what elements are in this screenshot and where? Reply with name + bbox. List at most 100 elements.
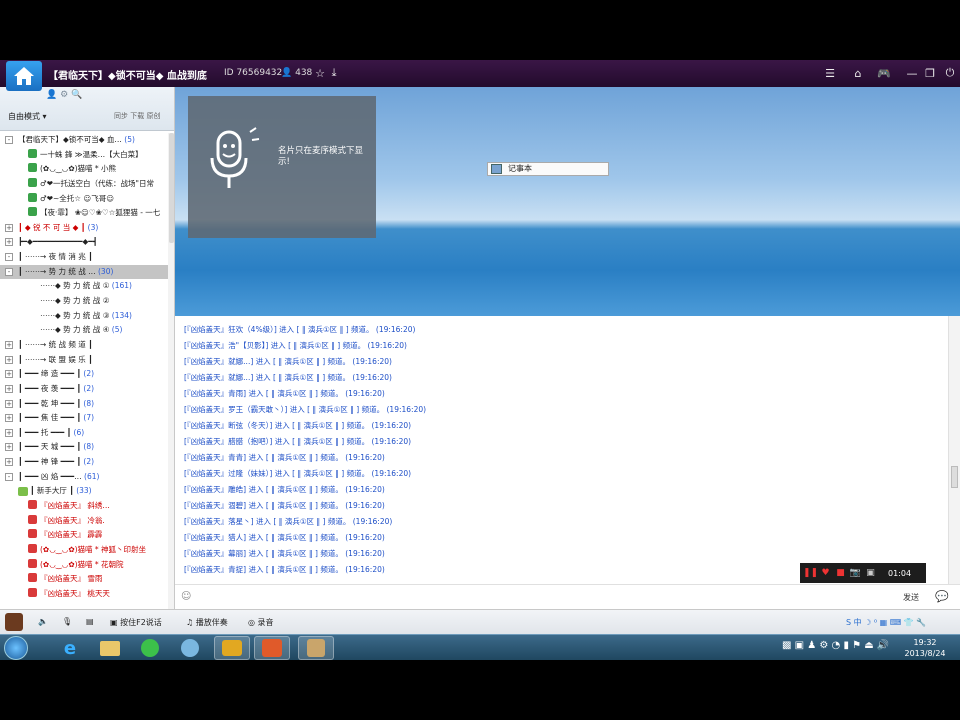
channel-tree-item[interactable]: ♂❤~全托☆ ☺飞哥☺ (0, 192, 168, 207)
mode-selector[interactable]: 自由模式 ▾ (8, 111, 47, 122)
channel-tree-item[interactable]: + ┃ ━━━ 神 锋 ━━━ ┃ (2) (0, 455, 168, 470)
channel-tree-item[interactable]: + ┃ ━━━ 缔 造 ━━━ ┃ (2) (0, 367, 168, 382)
channel-tree-item[interactable]: 『凶焰盖天』 斜绣… (0, 499, 168, 514)
channel-tree-item[interactable]: 『凶焰盖天』 冷翁. (0, 514, 168, 529)
expand-toggle-icon[interactable]: + (5, 340, 13, 349)
media-icon[interactable] (172, 636, 208, 660)
yy-task-icon[interactable] (214, 636, 250, 660)
channel-tree-item[interactable]: - ┃ ⋯⋯→ 势 力 统 战 … (30) (0, 264, 168, 280)
channel-tree-item[interactable]: + ┃ ⋯⋯→ 统 战 频 道 ┃ (0, 338, 168, 353)
channel-tree-item[interactable]: ♂❤一托送空白（代练：战场"日常 (0, 177, 168, 192)
expand-toggle-icon[interactable]: + (5, 458, 13, 467)
expand-toggle-icon[interactable]: + (5, 414, 13, 423)
channel-tree-label: 一十蛛 鋒 ≫温柔…【大白菜】 (28, 148, 143, 163)
channel-tree-item[interactable]: 『凶焰盖天』 雪雨 (0, 572, 168, 587)
channel-tree-item[interactable]: + ┃ ◆ 锐 不 可 当 ◆ ┃ (3) (0, 221, 168, 236)
channel-tree-item[interactable]: 一十蛛 鋒 ≫温柔…【大白菜】 (0, 148, 168, 163)
expand-toggle-icon[interactable]: - (5, 136, 13, 144)
message-input-bar[interactable]: ☺ 发送 💬 (175, 584, 960, 609)
expand-toggle-icon[interactable]: - (5, 267, 13, 276)
channel-tree-item[interactable]: ⋯⋯◆ 势 力 统 战 ④ (5) (0, 323, 168, 338)
download-icon[interactable]: ⤓ (326, 65, 342, 81)
mic-icon[interactable]: 🎙 (62, 617, 72, 626)
expand-toggle-icon[interactable]: + (5, 428, 13, 437)
expand-toggle-icon[interactable]: + (5, 238, 13, 247)
chat-line: [『凶焰盖天』猎人] 进入 [ ‖ 演兵①区 ‖ ] 频道。 (19:16:20… (184, 533, 385, 542)
game-task-icon[interactable] (254, 636, 290, 660)
minimize-icon[interactable]: — (904, 65, 920, 81)
channel-tree-item[interactable]: (✿◡‿◡✿)猫喵 * 花朝院 (0, 558, 168, 573)
stop-icon[interactable]: ■ (835, 568, 846, 579)
app-green-icon[interactable] (132, 636, 168, 660)
chat-scroll-thumb[interactable] (951, 466, 958, 488)
home-button[interactable] (6, 61, 42, 91)
camera-icon[interactable]: 📷 (850, 568, 861, 579)
expand-toggle-icon[interactable]: + (5, 355, 13, 364)
expand-toggle-icon[interactable]: + (5, 384, 13, 393)
channel-tree-item[interactable]: - 【君临天下】◆锁不可当◆ 血… (5) (0, 133, 168, 148)
channel-tree-item[interactable]: ⋯⋯◆ 势 力 统 战 ② (0, 294, 168, 309)
home-nav-icon[interactable]: ⌂ (850, 65, 866, 81)
channel-tree-item[interactable]: ⋯⋯◆ 势 力 统 战 ① (161) (0, 279, 168, 294)
channel-tree-label: (✿◡‿◡✿)猫喵 * 花朝院 (28, 558, 124, 573)
expand-toggle-icon[interactable]: - (5, 253, 13, 262)
channel-tree-item[interactable]: + ┃ ━━━ 夜 羡 ━━━ ┃ (2) (0, 382, 168, 397)
channel-tree-item[interactable]: 『凶焰盖天』 桃天天 (0, 587, 168, 602)
channel-tree-item[interactable]: (✿◡‿◡✿)猫喵 * 小熊 (0, 162, 168, 177)
explorer-icon[interactable] (92, 636, 128, 660)
ie-icon[interactable]: e (52, 636, 88, 660)
channel-tree-item[interactable]: (✿◡‿◡✿)猫喵 * 神狐丶印射坐 (0, 543, 168, 558)
channel-count: (8) (81, 442, 95, 452)
channel-tree-item[interactable]: ⋯⋯◆ 势 力 统 战 ③ (134) (0, 309, 168, 324)
expand-toggle-icon[interactable]: + (5, 399, 13, 408)
speaker-icon[interactable]: 🔈 (38, 617, 48, 626)
pause-icon[interactable]: ❚❚ (803, 568, 818, 579)
send-button[interactable]: 发送 (903, 592, 919, 603)
system-tray[interactable]: ▩ ▣ ♟ ⚙ ◔ ▮ ⚑ ⏏ 🔊 (782, 640, 889, 651)
music-button[interactable]: ♫ 播放伴奏 (186, 617, 228, 628)
notepad-item[interactable]: 记事本 (487, 162, 609, 176)
channel-count: (33) (73, 486, 92, 496)
sidebar-right-tools[interactable]: 同步 下载 原创 (114, 111, 160, 121)
channel-tree-label: ┃ ⋯⋯→ 夜 情 消 兆 ┃ (18, 252, 93, 262)
channel-tree-item[interactable]: + ┃ ━━━ 托 ━━━ ┃ (6) (0, 426, 168, 441)
notes-icon[interactable]: ☰ (822, 65, 838, 81)
chat-bubble-icon[interactable]: 💬 (935, 590, 949, 603)
avatar[interactable] (5, 613, 23, 631)
clock[interactable]: 19:32 2013/8/24 (898, 637, 952, 659)
app-task-icon[interactable] (298, 636, 334, 660)
chat-line: [『凶焰盖天』腊腊（抱吧）] 进入 [ ‖ 演兵①区 ‖ ] 频道。 (19:1… (184, 437, 412, 446)
start-button[interactable] (4, 636, 28, 660)
channel-tree-item[interactable]: ┃ 新手大厅 ┃ (33) (0, 484, 168, 499)
channel-count: (3) (85, 222, 99, 232)
screen-icon[interactable]: ▣ (865, 568, 876, 579)
channel-tree-item[interactable]: - ┃ ━━━ 凶 焰 ━━━… (61) (0, 470, 168, 485)
sidebar-scroll-thumb[interactable] (169, 133, 174, 243)
sidebar-scrollbar[interactable] (168, 133, 174, 609)
channel-tree-item[interactable]: + ┣━◆━━━━━━━━━━━◆━┫ (0, 235, 168, 250)
heart-icon[interactable]: ♥ (820, 568, 831, 579)
expand-toggle-icon[interactable]: + (5, 223, 13, 232)
keyboard-icon[interactable]: ▤ (86, 617, 94, 626)
gamepad-icon[interactable]: 🎮 (876, 65, 892, 81)
close-icon[interactable]: ⏻ (942, 65, 958, 81)
channel-tree-item[interactable]: 【夜·霏】 ❀☺♡❀♡☆狐狸猫 - 一七 (0, 206, 168, 221)
user-role-icon (28, 177, 37, 187)
channel-tree-item[interactable]: + ┃ ━━━ 焦 佳 ━━━ ┃ (7) (0, 411, 168, 426)
channel-tree-item[interactable]: - ┃ ⋯⋯→ 夜 情 消 兆 ┃ (0, 250, 168, 265)
expand-toggle-icon[interactable]: + (5, 370, 13, 379)
chat-scrollbar[interactable] (948, 316, 960, 584)
record-button[interactable]: ◎ 录音 (248, 617, 274, 628)
channel-tree-item[interactable]: + ┃ ━━━ 乾 坤 ━━━ ┃ (8) (0, 397, 168, 412)
channel-tree-item[interactable]: 『凶焰盖天』 霹霹 (0, 528, 168, 543)
expand-toggle-icon[interactable]: + (5, 443, 13, 452)
ime-toolbar[interactable]: S 中 ☽ ⁰ ▦ ⌨ 👕 🔧 (846, 617, 926, 628)
channel-tree-item[interactable]: + ┃ ⋯⋯→ 联 盟 娱 乐 ┃ (0, 353, 168, 368)
expand-toggle-icon[interactable]: - (5, 472, 13, 481)
sidebar-toolbar[interactable]: 👤 ⚙ 🔍 (46, 90, 108, 106)
restore-icon[interactable]: ❐ (922, 65, 938, 81)
channel-tree-item[interactable]: + ┃ ━━━ 天 城 ━━━ ┃ (8) (0, 440, 168, 455)
notepad-label: 记事本 (508, 164, 532, 173)
emoji-icon[interactable]: ☺ (181, 591, 191, 602)
hold-to-talk-button[interactable]: ▣ 按住F2说话 (110, 617, 162, 628)
